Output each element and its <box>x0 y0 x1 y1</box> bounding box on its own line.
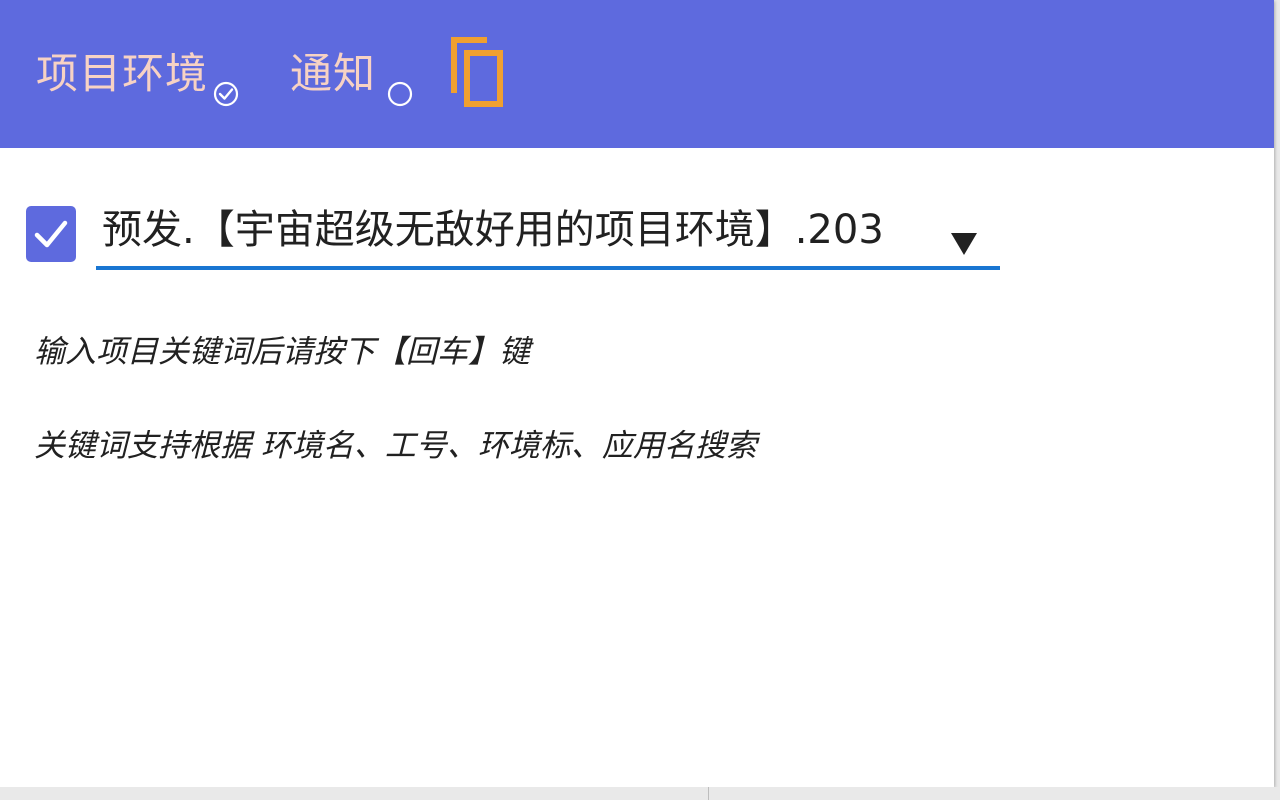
background-page-strip <box>0 787 1280 800</box>
env-selector-row: 预发.【宇宙超级无敌好用的项目环境】.203 <box>26 190 1006 280</box>
checkmark-icon <box>26 206 76 262</box>
tab-project-env[interactable]: 项目环境 <box>36 44 239 107</box>
tab-notice-label: 通知 <box>290 49 377 98</box>
hint-press-enter: 输入项目关键词后请按下【回车】键 <box>34 334 530 370</box>
copy-icon[interactable] <box>450 36 506 110</box>
divider <box>708 787 709 800</box>
env-select[interactable]: 预发.【宇宙超级无敌好用的项目环境】.203 <box>96 190 1000 270</box>
extension-popup: 项目环境 通知 预发.【宇宙超级无敌好用的项目环境】.203 输入项目关键词后请… <box>0 0 1274 787</box>
check-circle-icon <box>213 81 239 107</box>
env-enable-checkbox[interactable] <box>26 206 76 262</box>
env-select-value: 预发.【宇宙超级无敌好用的项目环境】.203 <box>102 207 884 253</box>
tab-project-env-label: 项目环境 <box>36 49 209 98</box>
circle-outline-icon <box>387 81 413 107</box>
hint-search-fields: 关键词支持根据 环境名、工号、环境标、应用名搜索 <box>34 428 757 464</box>
header-bar: 项目环境 通知 <box>0 0 1274 148</box>
tab-notice[interactable]: 通知 <box>290 44 413 107</box>
caret-down-icon[interactable] <box>950 232 978 256</box>
